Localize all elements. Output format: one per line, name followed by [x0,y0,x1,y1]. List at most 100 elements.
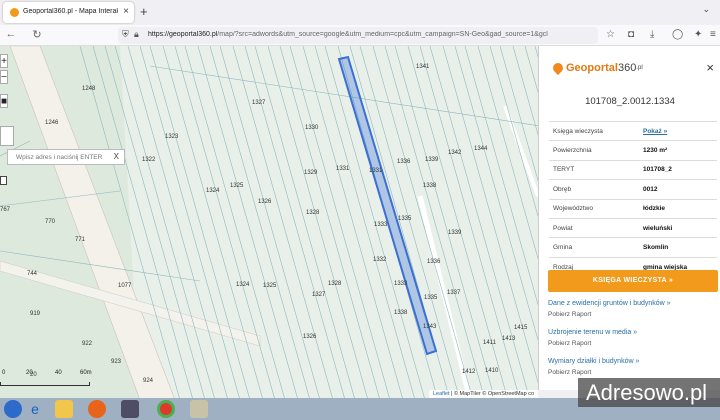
scale-label: 0 [2,370,6,376]
parcel-number-label: 1336 [397,159,411,165]
measure-icon[interactable] [0,176,7,185]
parcel-number-label: 1415 [514,325,528,331]
parcel-number-label: 1413 [502,336,516,342]
land-register-button[interactable]: KSIĘGA WIECZYSTA » [548,270,718,292]
firefox-icon[interactable] [88,400,106,418]
table-row: Powierzchnia 1230 m² [549,140,717,161]
leaflet-link[interactable]: Leaflet [433,391,450,397]
clear-search-icon[interactable]: X [114,152,119,161]
back-icon[interactable]: ← [4,28,18,40]
parcel-number-label: 1338 [394,310,408,316]
download-report-link[interactable]: Pobierz Raport [548,311,591,318]
fullscreen-button[interactable]: ■ [0,94,8,108]
account-icon[interactable]: ◯ [672,29,683,40]
parcel-number-label: 1333 [374,222,388,228]
list-tabs-icon[interactable]: ⌄ [702,4,710,15]
map-view[interactable]: 1248 1246 1327 1323 1322 1330 1331 1341 1342 1344… [0,46,538,400]
address-bar[interactable]: ⛨ 🔒︎ https://geoportal360.pl/map/?src=ad… [118,27,598,44]
zoom-out-button[interactable]: − [0,70,8,84]
parcel-number-label: 919 [30,311,41,317]
settings-gear-icon[interactable] [121,400,139,418]
parcel-number-label: 744 [27,271,38,277]
shield-icon[interactable]: ⛨ [122,29,129,40]
navigation-bar: ← ↻ ⛨ 🔒︎ https://geoportal360.pl/map/?sr… [0,25,720,46]
parcel-number-label: 1328 [328,281,342,287]
download-report-link[interactable]: Pobierz Raport [548,369,591,376]
table-row: Województwo łódzkie [549,198,717,219]
browser-tab-bar: Geoportal360.pl - Mapa Interaktywna × + … [0,0,720,25]
file-explorer-icon[interactable] [55,400,73,418]
parcel-number-label: 1246 [45,120,59,126]
parcel-number-label: 1332 [373,257,387,263]
parcel-id-title: 101708_2.0012.1334 [585,96,675,107]
parcel-number-label: 1331 [336,166,350,172]
scale-bar [0,382,90,386]
address-search[interactable]: X [7,149,125,165]
parcel-number-label: 770 [45,219,56,225]
parcel-number-label: 1331 [369,168,383,174]
table-row: Gmina Skomlin [549,237,717,258]
pocket-icon[interactable]: ◘ [628,29,634,40]
address-search-input[interactable] [8,150,108,164]
table-row: Księga wieczysta Pokaż » [549,120,717,141]
parcel-number-label: 1336 [427,259,441,265]
geoportal-favicon-icon [10,8,19,17]
browser-tab[interactable]: Geoportal360.pl - Mapa Interaktywna × [3,2,134,23]
dimensions-link[interactable]: Wymiary działki i budynków » [548,358,639,365]
parcel-number-label: 1325 [230,183,244,189]
table-row: Powiat wieluński [549,217,717,238]
map-canvas[interactable]: 1248 1246 1327 1323 1322 1330 1331 1341 1342 1344… [0,46,538,400]
parcel-number-label: 771 [75,237,86,243]
close-panel-button[interactable]: × [706,60,714,75]
show-land-register-link[interactable]: Pokaż » [643,120,717,141]
extensions-icon[interactable]: ✦ [694,29,702,40]
parcel-number-label: 1322 [142,157,156,163]
geoportal-logo: Geoportal 360 .pl [550,60,643,76]
parcel-number-label: 1344 [474,146,488,152]
lock-icon[interactable]: 🔒︎ [134,29,139,40]
row-value: 1230 m² [643,140,717,161]
utilities-link[interactable]: Uzbrojenie terenu w media » [548,329,637,336]
new-tab-icon[interactable]: + [140,4,148,19]
parcel-number-label: 767 [0,207,11,213]
row-key: Gmina [549,237,643,258]
parcel-number-label: 1248 [82,86,96,92]
land-records-link[interactable]: Dane z ewidencji gruntów i budynków » [548,300,671,307]
parcel-number-label: 1335 [424,295,438,301]
scale-label: 60m [80,370,92,376]
scale-label: 40 [55,370,62,376]
chrome-icon[interactable] [157,400,175,418]
menu-icon[interactable]: ≡ [710,29,716,40]
start-button-icon[interactable] [4,400,22,418]
parcel-info-panel: Geoportal 360 .pl × 101708_2.0012.1334 Ksi… [538,46,720,390]
close-tab-icon[interactable]: × [123,6,129,17]
internet-explorer-icon[interactable]: e [26,400,44,418]
parcel-number-label: 1327 [312,292,326,298]
parcel-number-label: 1338 [423,183,437,189]
zoom-in-button[interactable]: + [0,54,8,68]
table-row: TERYT 101708_2 [549,159,717,180]
bookmark-star-icon[interactable]: ☆ [606,29,615,40]
parcel-number-label: 1325 [263,283,277,289]
reload-icon[interactable]: ↻ [30,28,44,41]
table-row: Obręb 0012 [549,179,717,200]
layers-icon[interactable] [0,126,14,146]
parcel-number-label: 1328 [306,210,320,216]
logo-tld: .pl [636,65,643,71]
parcel-number-label: 1324 [236,282,250,288]
url-text[interactable]: https://geoportal360.pl/map/?src=adwords… [148,31,588,38]
parcel-number-label: 1341 [416,64,430,70]
parcel-number-label: 1324 [206,188,220,194]
watermark: Adresowo.pl [578,378,720,407]
parcel-number-label: 1077 [118,283,132,289]
parcel-number-label: 1330 [305,125,319,131]
parcel-number-label: 1339 [448,230,462,236]
row-value: łódzkie [643,198,717,219]
parcel-number-label: 922 [82,341,93,347]
app-icon[interactable] [190,400,208,418]
download-report-link[interactable]: Pobierz Raport [548,340,591,347]
attribution-text: | © MapTiler © OpenStreetMap co [449,391,534,397]
parcel-number-label: 1335 [398,216,412,222]
logo-text: Geoportal [566,62,618,74]
downloads-icon[interactable]: ⤓ [650,29,654,40]
